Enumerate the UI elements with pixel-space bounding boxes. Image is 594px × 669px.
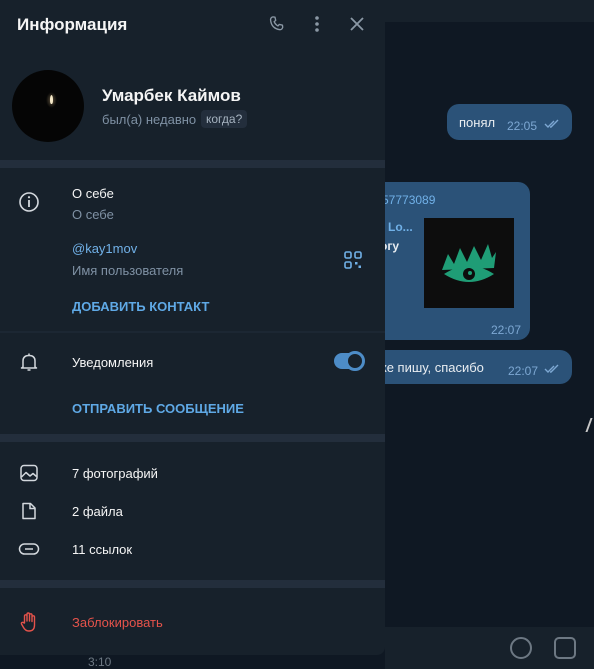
bell-icon — [18, 351, 40, 373]
notifications-toggle[interactable] — [334, 351, 365, 371]
double-check-icon — [544, 117, 560, 132]
close-icon — [349, 16, 365, 37]
username-link[interactable]: @kay1mov — [72, 241, 137, 256]
section-divider — [0, 434, 385, 442]
user-info-panel: Информация Умарбек Каймов был(а) недавно… — [0, 0, 385, 655]
block-user-button: Заблокировать — [72, 615, 163, 630]
hand-stop-icon — [18, 611, 40, 633]
photo-icon — [18, 462, 40, 484]
message-text: же пишу, спасибо — [378, 360, 484, 375]
panel-title: Информация — [17, 15, 128, 34]
user-name: Умарбек Каймов — [102, 86, 241, 105]
photos-count: 7 фотографий — [72, 466, 158, 481]
message-time: 22:05 — [507, 119, 538, 133]
background-time: 3:10 — [88, 655, 112, 669]
files-row[interactable]: 2 файла — [0, 494, 385, 528]
user-status: был(а) недавно — [102, 112, 197, 127]
forwarded-thumbnail[interactable] — [424, 218, 514, 308]
double-check-icon — [544, 362, 560, 377]
file-icon — [18, 500, 40, 522]
camera-icon[interactable] — [554, 637, 576, 659]
thin-divider — [0, 331, 385, 333]
add-contact-button[interactable]: ДОБАВИТЬ КОНТАКТ — [72, 299, 209, 314]
message-bubble[interactable]: же пишу, спасибо 22:07 — [370, 350, 572, 384]
avatar[interactable] — [12, 70, 84, 142]
message-bubble[interactable]: понял 22:05 — [447, 104, 572, 140]
call-button[interactable] — [265, 14, 289, 38]
phone-icon — [268, 15, 286, 38]
forwarded-title: Lo... — [388, 220, 413, 234]
message-time: 22:07 — [491, 323, 522, 337]
emoji-icon[interactable] — [510, 637, 532, 659]
send-message-button[interactable]: ОТПРАВИТЬ СООБЩЕНИЕ — [72, 401, 244, 416]
photos-row[interactable]: 7 фотографий — [0, 456, 385, 490]
links-row[interactable]: 11 ссылок — [0, 532, 385, 566]
more-button[interactable] — [305, 14, 329, 38]
files-count: 2 файла — [72, 504, 123, 519]
section-divider — [0, 160, 385, 168]
forwarded-from: 57773089 — [382, 193, 436, 207]
link-icon — [18, 538, 40, 560]
message-text: понял — [459, 115, 496, 130]
about-value: О себе — [72, 186, 114, 201]
notifications-label: Уведомления — [72, 355, 154, 370]
chat-topbar — [385, 0, 594, 22]
close-button[interactable] — [345, 14, 369, 38]
message-time: 22:07 — [508, 364, 539, 378]
links-count: 11 ссылок — [72, 542, 133, 557]
block-row[interactable]: Заблокировать — [0, 605, 385, 639]
username-label: Имя пользователя — [72, 263, 184, 278]
about-label: О себе — [72, 207, 114, 222]
info-icon — [18, 191, 40, 213]
candle-flame — [50, 95, 53, 104]
when-button[interactable]: когда? — [201, 110, 248, 128]
section-divider — [0, 580, 385, 588]
more-vertical-icon — [314, 15, 320, 38]
toggle-knob — [345, 351, 365, 371]
qr-code-icon[interactable] — [342, 249, 364, 271]
forwarded-message-bubble[interactable]: 57773089 Lo... огу 22:07 — [370, 182, 530, 340]
